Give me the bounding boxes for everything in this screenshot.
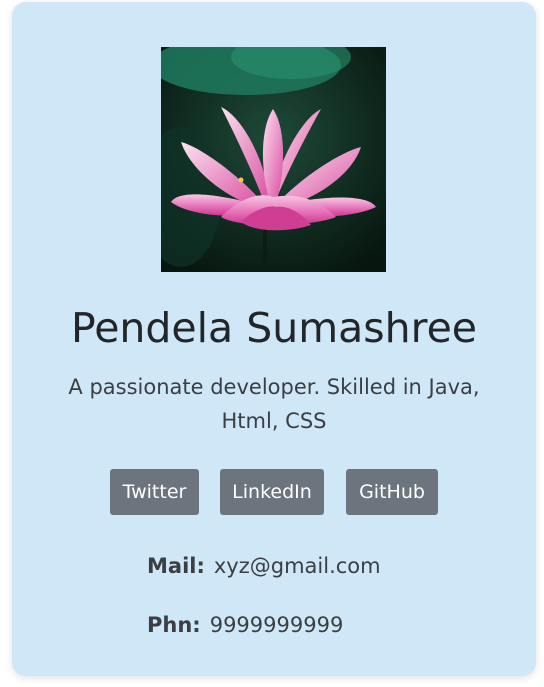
mail-value: xyz@gmail.com xyxy=(213,554,381,578)
github-button[interactable]: GitHub xyxy=(346,469,438,515)
linkedin-button[interactable]: LinkedIn xyxy=(220,469,324,515)
profile-card: Pendela Sumashree A passionate developer… xyxy=(12,2,536,676)
phone-value: 9999999999 xyxy=(209,613,344,637)
mail-row: Mail: xyz@gmail.com xyxy=(147,551,381,581)
phone-row: Phn: 9999999999 xyxy=(147,610,343,640)
phone-label: Phn: xyxy=(147,613,201,637)
lotus-flower-image xyxy=(161,47,386,272)
twitter-button[interactable]: Twitter xyxy=(110,469,199,515)
profile-bio: A passionate developer. Skilled in Java,… xyxy=(68,375,480,433)
profile-name: Pendela Sumashree xyxy=(70,304,478,352)
profile-photo xyxy=(161,47,386,272)
mail-label: Mail: xyxy=(147,554,205,578)
